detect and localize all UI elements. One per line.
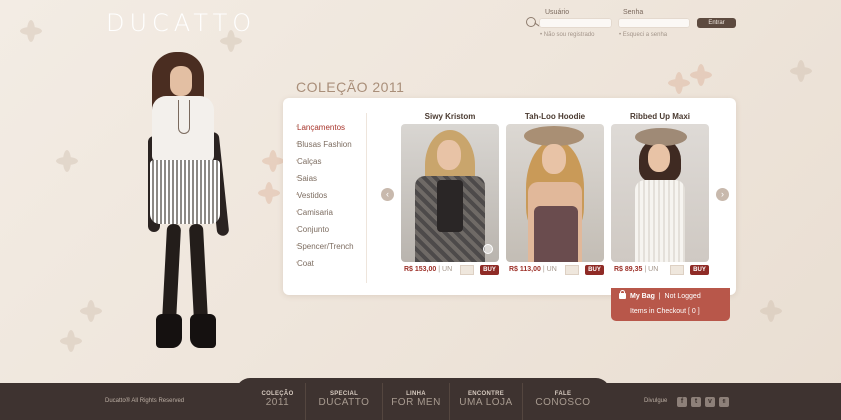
- model-photo: [140, 52, 240, 352]
- category-item[interactable]: Vestidos: [297, 191, 327, 200]
- category-menu: Lançamentos Blusas Fashion Calças Saias …: [289, 113, 367, 283]
- copyright: Ducatto® All Rights Reserved: [105, 398, 185, 404]
- price-unit: | UN: [644, 266, 659, 273]
- decor-flower: [20, 20, 42, 42]
- nav-linha[interactable]: LINHA FOR MEN: [383, 391, 449, 408]
- user-input[interactable]: [539, 18, 612, 28]
- share-label: Divulgue: [644, 398, 668, 404]
- category-item[interactable]: Coat: [297, 259, 314, 268]
- key-icon: [526, 17, 536, 27]
- quantity-input[interactable]: [565, 265, 579, 275]
- decor-flower: [668, 72, 690, 94]
- user-label: Usuário: [545, 9, 570, 16]
- buy-button[interactable]: BUY: [480, 265, 499, 275]
- product-image[interactable]: [401, 124, 499, 262]
- nav-bottom-label: UMA LOJA: [459, 397, 513, 408]
- collection-title: COLEÇÃO 2011: [296, 79, 405, 95]
- not-registered-text: Não sou registrado: [543, 32, 595, 38]
- price-value: R$ 113,00: [509, 266, 541, 273]
- product-name[interactable]: Siwy Kristom: [401, 112, 499, 121]
- category-item[interactable]: Camisaria: [297, 208, 333, 217]
- product-name[interactable]: Tah-Loo Hoodie: [506, 112, 604, 121]
- bag-status: My Bag | Not Logged: [630, 293, 701, 300]
- product-name[interactable]: Ribbed Up Maxi: [611, 112, 709, 121]
- category-item[interactable]: Calças: [297, 157, 321, 166]
- bullet-icon: ▪: [296, 158, 299, 164]
- nav-colecao[interactable]: COLEÇÃO 2011: [250, 391, 305, 408]
- carousel-next-button[interactable]: ›: [716, 188, 729, 201]
- nav-encontre[interactable]: ENCONTRE UMA LOJA: [450, 391, 522, 408]
- category-item[interactable]: Blusas Fashion: [297, 140, 352, 149]
- brand-logo[interactable]: DUCATTO: [106, 9, 256, 37]
- login-button[interactable]: Entrar: [697, 18, 736, 28]
- facebook-icon[interactable]: f: [677, 397, 687, 407]
- flickr-icon[interactable]: fl: [719, 397, 729, 407]
- carousel-prev-button[interactable]: ‹: [381, 188, 394, 201]
- decor-flower: [790, 60, 812, 82]
- product-price: R$ 113,00 | UN: [509, 266, 557, 273]
- nav-bottom-label: DUCATTO: [318, 397, 370, 408]
- decor-flower: [80, 300, 102, 322]
- twitter-icon[interactable]: t: [691, 397, 701, 407]
- bag-icon: [619, 290, 626, 299]
- bullet-icon: ▪: [296, 243, 299, 249]
- bullet-icon: ▪: [296, 192, 299, 198]
- vimeo-icon[interactable]: v: [705, 397, 715, 407]
- product-price: R$ 153,00 | UN: [404, 266, 452, 273]
- nav-bottom-label: CONOSCO: [535, 397, 591, 408]
- nav-bottom-label: FOR MEN: [391, 397, 441, 408]
- price-unit: | UN: [438, 266, 453, 273]
- price-value: R$ 153,00: [404, 266, 437, 273]
- nav-fale[interactable]: FALE CONOSCO: [523, 391, 603, 408]
- price-unit: | UN: [542, 266, 557, 273]
- login-status: Not Logged: [664, 293, 701, 300]
- decor-flower: [760, 300, 782, 322]
- product-image[interactable]: [506, 124, 604, 262]
- bullet-icon: ▪: [296, 141, 299, 147]
- password-label: Senha: [623, 9, 644, 16]
- forgot-password-text: Esqueci a senha: [622, 32, 668, 38]
- bullet-icon: ▪: [296, 209, 299, 215]
- price-value: R$ 89,35: [614, 266, 643, 273]
- product-image[interactable]: [611, 124, 709, 262]
- category-item[interactable]: Lançamentos: [297, 123, 345, 132]
- zoom-icon[interactable]: [483, 244, 493, 254]
- checkout-count[interactable]: Items in Checkout [ 0 ]: [630, 308, 700, 315]
- category-item[interactable]: Conjunto: [297, 225, 329, 234]
- bullet-icon: ▪: [296, 260, 299, 266]
- decor-flower: [56, 150, 78, 172]
- decor-flower: [262, 150, 284, 172]
- decor-flower: [60, 330, 82, 352]
- category-item[interactable]: Spencer/Trench: [297, 242, 354, 251]
- password-input[interactable]: [618, 18, 690, 28]
- product-price: R$ 89,35 | UN: [614, 266, 658, 273]
- quantity-input[interactable]: [460, 265, 474, 275]
- buy-button[interactable]: BUY: [585, 265, 604, 275]
- bullet-icon: ▪: [296, 226, 299, 232]
- quantity-input[interactable]: [670, 265, 684, 275]
- buy-button[interactable]: BUY: [690, 265, 709, 275]
- category-item[interactable]: Saias: [297, 174, 317, 183]
- decor-flower: [258, 182, 280, 204]
- nav-special[interactable]: SPECIAL DUCATTO: [306, 391, 382, 408]
- bag-title[interactable]: My Bag: [630, 293, 655, 300]
- forgot-password-link[interactable]: • Esqueci a senha: [619, 32, 667, 38]
- bullet-icon: ▪: [296, 175, 299, 181]
- decor-flower: [690, 64, 712, 86]
- bullet-icon: ▪: [296, 124, 299, 130]
- not-registered-link[interactable]: • Não sou registrado: [540, 32, 594, 38]
- nav-bottom-label: 2011: [265, 397, 290, 408]
